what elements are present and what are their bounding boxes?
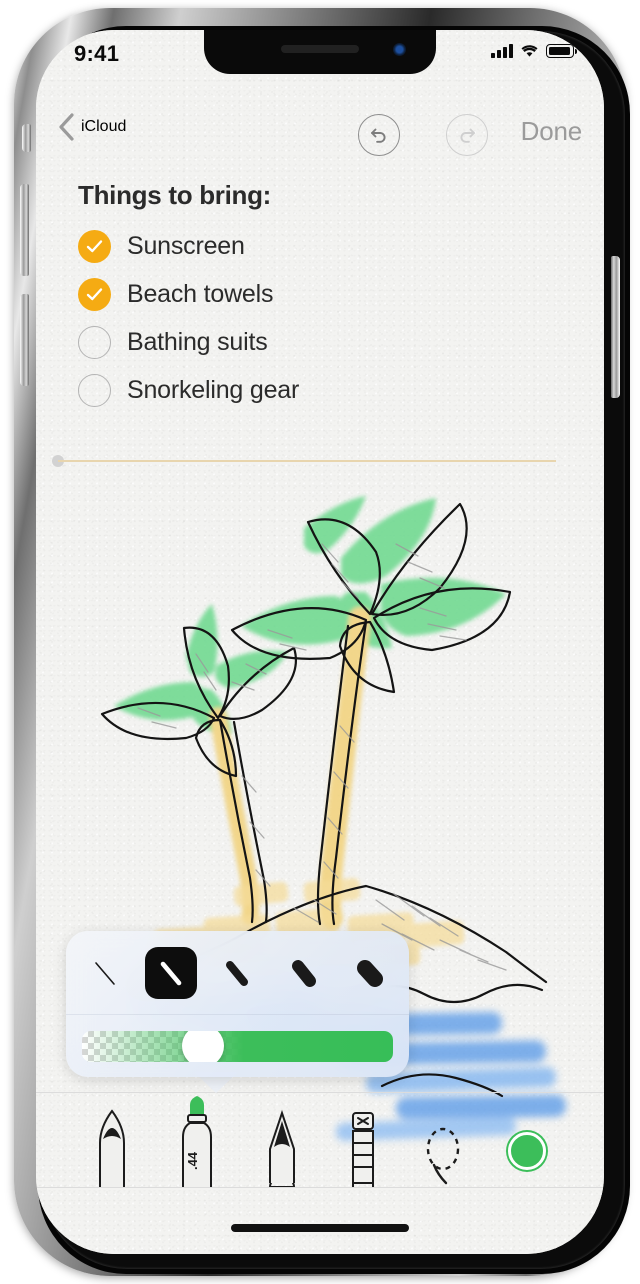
marker-tool-icon: .44 (181, 1096, 212, 1187)
checkbox-unchecked-icon[interactable] (78, 373, 111, 407)
stroke-width-option-1[interactable] (79, 947, 131, 999)
wifi-icon (521, 45, 538, 57)
checklist-item-label: Beach towels (127, 279, 274, 308)
checkbox-checked-icon[interactable] (78, 277, 111, 311)
volume-down-button[interactable] (20, 294, 29, 386)
volume-up-button[interactable] (20, 184, 29, 276)
note-title: Things to bring: (78, 180, 272, 210)
checkbox-unchecked-icon[interactable] (78, 325, 111, 359)
done-button[interactable]: Done (521, 116, 583, 147)
markup-tool-bar: .44 (36, 1092, 604, 1188)
checklist-item-label: Bathing suits (127, 327, 268, 356)
power-button[interactable] (611, 256, 620, 398)
lasso-tool[interactable] (420, 1109, 466, 1187)
stroke-width-option-2[interactable] (145, 946, 198, 999)
pen-tool-icon (98, 1109, 125, 1187)
redo-button[interactable] (446, 114, 488, 156)
home-indicator[interactable] (231, 1224, 409, 1232)
silent-switch-button[interactable] (22, 124, 31, 152)
stroke-width-options-row (66, 931, 409, 1015)
chevron-left-icon (59, 113, 74, 141)
marker-fills (114, 496, 506, 929)
checklist: Sunscreen Beach towels Bathing suits Sno… (78, 222, 548, 414)
back-button-label: iCloud (81, 118, 127, 135)
earpiece-speaker-icon (281, 45, 359, 53)
checklist-item-label: Snorkeling gear (127, 375, 300, 404)
stroke-width-option-3[interactable] (211, 947, 263, 999)
back-to-icloud-button[interactable]: iCloud (58, 112, 126, 142)
redo-icon (460, 128, 475, 143)
stroke-width-popover (66, 931, 409, 1077)
opacity-slider-container (66, 1015, 409, 1077)
undo-icon (371, 128, 386, 143)
battery-fill (548, 46, 570, 56)
undo-button[interactable] (358, 114, 400, 156)
eraser-tool-icon (351, 1112, 374, 1187)
phone-screen: 9:41 iCloud Done Things to bring: Sunscr… (36, 30, 604, 1254)
opacity-slider-thumb[interactable] (182, 1030, 225, 1062)
stroke-width-medium-icon (226, 960, 249, 986)
pencil-tool-icon (269, 1109, 296, 1187)
lasso-tool-icon (426, 1127, 460, 1185)
pen-tool[interactable] (89, 1109, 135, 1187)
marker-tool[interactable]: .44 (172, 1095, 222, 1187)
checklist-item[interactable]: Sunscreen (78, 222, 548, 270)
stroke-width-thin-icon (160, 961, 182, 985)
marker-width-badge: .44 (185, 1151, 200, 1170)
color-swatch[interactable] (503, 1109, 551, 1187)
signal-bars-icon (491, 44, 513, 58)
opacity-slider-fill (82, 1030, 393, 1062)
checklist-item[interactable]: Snorkeling gear (78, 366, 548, 414)
navigation-bar: iCloud Done (36, 106, 604, 162)
opacity-slider-track[interactable] (82, 1030, 393, 1062)
status-bar-time: 9:41 (74, 41, 120, 66)
stroke-width-hairline-icon (95, 961, 115, 985)
notch (204, 30, 436, 74)
eraser-tool[interactable] (343, 1109, 383, 1187)
checklist-item-label: Sunscreen (127, 231, 245, 260)
stroke-width-thickest-icon (356, 959, 383, 987)
stroke-width-option-5[interactable] (344, 947, 396, 999)
note-divider (58, 460, 556, 462)
stroke-width-option-4[interactable] (278, 947, 330, 999)
battery-icon (546, 44, 578, 58)
checklist-item[interactable]: Beach towels (78, 270, 548, 318)
front-camera-icon (393, 43, 406, 56)
checklist-item[interactable]: Bathing suits (78, 318, 548, 366)
status-bar-icons (491, 44, 578, 58)
pencil-tool[interactable] (259, 1109, 305, 1187)
color-swatch-icon (506, 1130, 549, 1172)
stroke-width-thick-icon (291, 959, 316, 987)
checkbox-checked-icon[interactable] (78, 229, 111, 263)
